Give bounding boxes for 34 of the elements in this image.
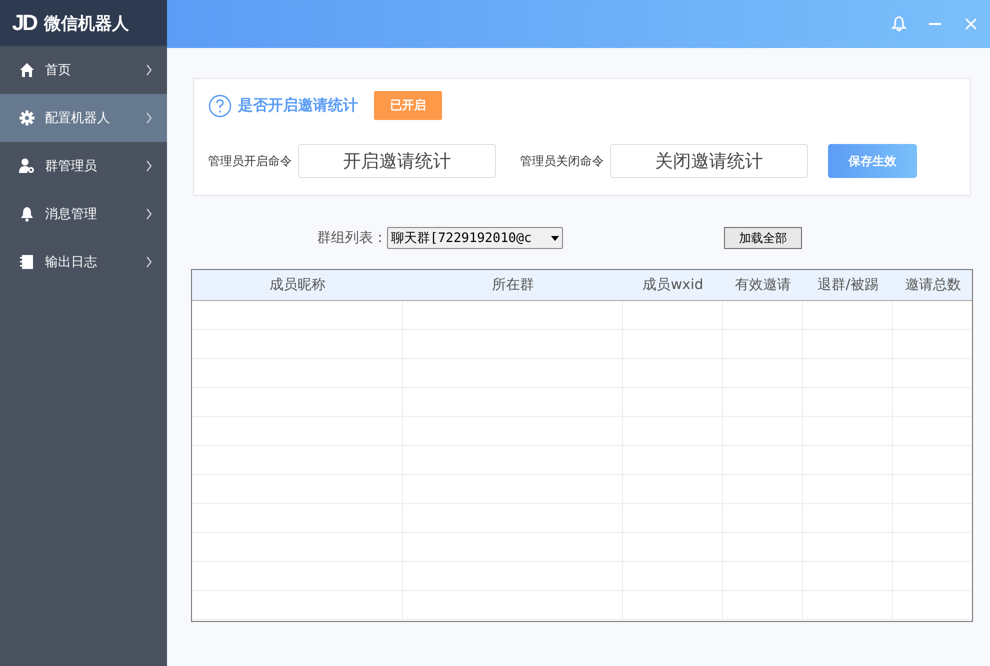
field-label: 管理员开启命令 xyxy=(208,152,292,170)
column-header: 退群/被踢 xyxy=(816,276,880,295)
section-title: 是否开启邀请统计 xyxy=(238,96,358,115)
home-icon xyxy=(19,62,35,78)
column-header: 成员wxid xyxy=(642,276,704,295)
chevron-icon xyxy=(145,112,153,124)
field-label: 群组列表： xyxy=(317,229,387,247)
chevron-icon xyxy=(145,64,153,76)
group-dropdown[interactable]: 聊天群[7229192010@c xyxy=(387,227,563,249)
app-title: 微信机器人 xyxy=(44,12,130,34)
column-header: 所在群 xyxy=(491,276,535,295)
help-icon xyxy=(208,94,232,118)
chevron-icon xyxy=(145,208,153,220)
column-header: 有效邀请 xyxy=(734,276,792,295)
chevron-icon xyxy=(145,256,153,268)
input-field[interactable]: 关闭邀请统计 xyxy=(610,144,808,178)
chevron-icon xyxy=(145,160,153,172)
input-field[interactable]: 开启邀请统计 xyxy=(298,144,496,178)
sidebar-item[interactable]: 消息管理 xyxy=(0,190,167,238)
bell-icon xyxy=(19,206,35,222)
user-gear-icon xyxy=(19,158,35,174)
logo: JD xyxy=(12,10,36,36)
sidebar-item[interactable]: 输出日志 xyxy=(0,238,167,286)
field-label: 管理员关闭命令 xyxy=(520,152,604,170)
sidebar-item[interactable]: 配置机器人 xyxy=(0,94,167,142)
sidebar-item[interactable]: 首页 xyxy=(0,46,167,94)
column-header: 邀请总数 xyxy=(904,276,962,295)
column-header: 成员昵称 xyxy=(268,276,326,295)
sidebar-item[interactable]: 群管理员 xyxy=(0,142,167,190)
gear-icon xyxy=(19,110,35,126)
load-all-button[interactable]: 加载全部 xyxy=(724,227,802,249)
caret-icon xyxy=(551,236,559,240)
bell-icon[interactable] xyxy=(890,15,908,33)
notebook-icon xyxy=(19,254,35,270)
